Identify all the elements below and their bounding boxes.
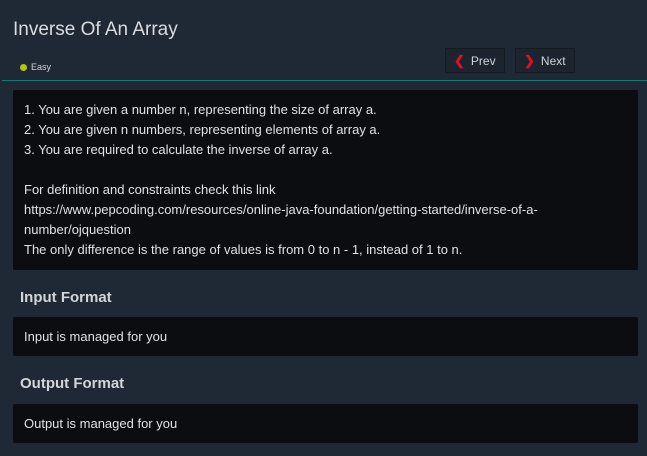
output-format-heading: Output Format	[20, 375, 125, 392]
description-line: 2. You are given n numbers, representing…	[24, 122, 381, 137]
next-label: Next	[540, 53, 566, 68]
problem-description: 1. You are given a number n, representin…	[13, 90, 638, 270]
difficulty-label: Easy	[31, 62, 52, 72]
description-line: For definition and constraints check thi…	[24, 182, 276, 197]
input-format-box: Input is managed for you	[13, 317, 638, 356]
description-line: 3. You are required to calculate the inv…	[24, 142, 333, 157]
output-format-box: Output is managed for you	[13, 404, 638, 443]
difficulty-badge: Easy	[20, 62, 51, 72]
divider	[2, 80, 647, 81]
chevron-left-icon: ❮	[454, 52, 465, 68]
description-line: The only difference is the range of valu…	[24, 242, 463, 257]
description-line: 1. You are given a number n, representin…	[24, 102, 377, 117]
next-button[interactable]: ❯ Next	[515, 48, 575, 73]
input-format-heading: Input Format	[20, 289, 112, 306]
description-link[interactable]: number/ojquestion	[24, 220, 627, 240]
difficulty-dot-icon	[20, 63, 27, 71]
chevron-right-icon: ❯	[524, 52, 535, 68]
output-format-text: Output is managed for you	[24, 416, 178, 431]
prev-button[interactable]: ❮ Prev	[445, 48, 505, 73]
problem-title: Inverse Of An Array	[13, 19, 178, 40]
description-blank	[24, 160, 627, 180]
input-format-text: Input is managed for you	[24, 329, 168, 344]
prev-label: Prev	[470, 53, 496, 68]
description-link[interactable]: https://www.pepcoding.com/resources/onli…	[24, 200, 627, 220]
